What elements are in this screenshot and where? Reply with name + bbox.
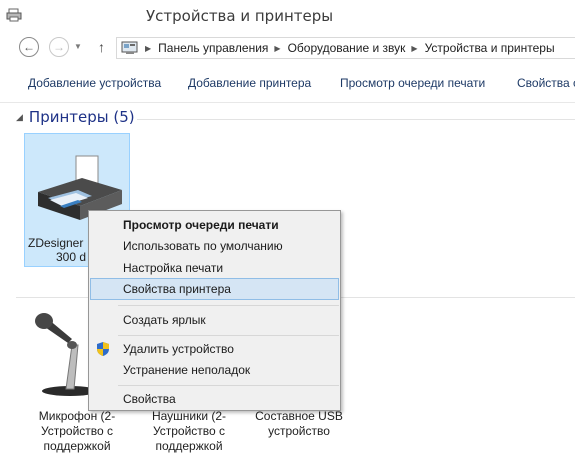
chevron-right-icon[interactable]: ▶: [274, 44, 280, 53]
printers-group-title: Принтеры (5): [28, 108, 135, 126]
menu-separator: [118, 335, 339, 336]
menu-item-properties[interactable]: Свойства: [90, 388, 339, 410]
device-label-line: Микрофон (2-: [38, 409, 116, 423]
context-menu: Просмотр очереди печати Использовать по …: [88, 210, 341, 411]
uac-shield-icon: [97, 342, 109, 356]
device-label-line: поддержкой: [155, 439, 223, 453]
printer-label-line2: 300 d: [56, 250, 87, 264]
collapse-chevron-icon[interactable]: ◢: [16, 112, 23, 123]
devices-printers-app-icon: [6, 8, 22, 22]
command-bar: Добавление устройства Добавление принтер…: [0, 63, 575, 103]
group-divider: [137, 119, 575, 120]
chevron-right-icon: ▶: [145, 43, 152, 53]
device-label-headphones[interactable]: Наушники (2- Устройство с поддержкой: [136, 409, 242, 454]
device-label-usb-composite[interactable]: Составное USB устройство: [246, 409, 352, 439]
menu-item-troubleshoot[interactable]: Устранение неполадок: [90, 359, 339, 381]
menu-item-set-default[interactable]: Использовать по умолчанию: [90, 235, 339, 257]
printers-group-header[interactable]: ◢ Принтеры (5): [16, 108, 135, 126]
control-panel-location-icon: [121, 41, 138, 54]
menu-item-remove-device[interactable]: Удалить устройство: [90, 338, 339, 360]
back-button[interactable]: ←: [19, 37, 39, 57]
forward-button[interactable]: →: [49, 37, 69, 57]
recent-locations-dropdown[interactable]: ▼: [74, 42, 82, 51]
add-device-button[interactable]: Добавление устройства: [28, 76, 161, 90]
device-label-line: Наушники (2-: [151, 409, 227, 423]
menu-item-view-print-queue[interactable]: Просмотр очереди печати: [90, 214, 339, 236]
properties-button[interactable]: Свойства с: [517, 76, 575, 90]
menu-item-printer-properties[interactable]: Свойства принтера: [90, 278, 339, 300]
breadcrumb-devices-printers[interactable]: Устройства и принтеры: [425, 41, 555, 55]
up-button[interactable]: ↑: [98, 39, 105, 55]
menu-item-printing-preferences[interactable]: Настройка печати: [90, 257, 339, 279]
navigation-bar: ← → ▼ ↑ ▶ Панель управления ▶ Оборудован…: [0, 33, 575, 63]
menu-item-create-shortcut[interactable]: Создать ярлык: [90, 309, 339, 331]
device-label-line: Составное USB: [255, 409, 343, 423]
device-label-line: Устройство с: [40, 424, 114, 438]
breadcrumb-hardware-sound[interactable]: Оборудование и звук: [288, 41, 406, 55]
arrow-left-icon: ←: [23, 40, 35, 54]
view-print-queue-button[interactable]: Просмотр очереди печати: [340, 76, 485, 90]
device-label-microphone[interactable]: Микрофон (2- Устройство с поддержкой: [24, 409, 130, 454]
device-label-line: устройство: [268, 424, 330, 438]
arrow-right-icon: →: [53, 40, 65, 54]
printer-label-line1: ZDesigner: [28, 236, 84, 250]
add-printer-button[interactable]: Добавление принтера: [188, 76, 311, 90]
menu-separator: [118, 305, 339, 306]
menu-separator: [118, 385, 339, 386]
address-bar[interactable]: ▶ Панель управления ▶ Оборудование и зву…: [116, 37, 575, 59]
breadcrumb-control-panel[interactable]: Панель управления: [158, 41, 268, 55]
menu-item-label: Удалить устройство: [123, 342, 234, 356]
title-bar: Устройства и принтеры: [0, 0, 575, 33]
device-label-line: Устройство с: [152, 424, 226, 438]
chevron-right-icon[interactable]: ▶: [411, 44, 417, 53]
device-label-line: поддержкой: [43, 439, 111, 453]
window-title: Устройства и принтеры: [146, 7, 334, 25]
